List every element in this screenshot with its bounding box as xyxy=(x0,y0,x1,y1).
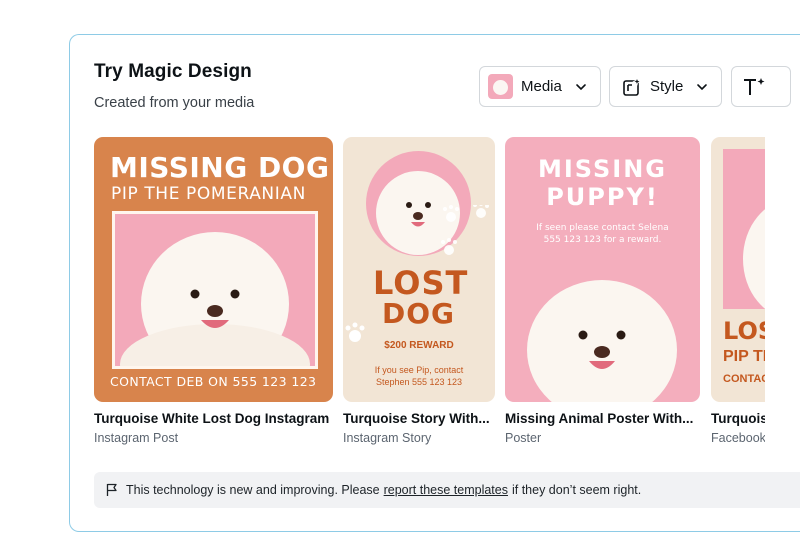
card-title[interactable]: Turquoise White Lost Dog Instagram xyxy=(94,411,329,426)
card-type: Facebook xyxy=(711,431,765,445)
poster-footer: CONTACT DEB ON 555 123 123 xyxy=(110,374,317,389)
poster-footer: CONTACT xyxy=(723,373,765,385)
dog-photo xyxy=(723,149,765,309)
template-card-poster[interactable]: MISSING PUPPY! If seen please contact Se… xyxy=(505,137,700,402)
flag-icon xyxy=(106,483,117,496)
poster-contact-2: 555 123 123 for a reward. xyxy=(543,235,662,245)
poster-contact-1: If you see Pip, contact xyxy=(374,365,464,375)
pomeranian-illustration xyxy=(527,280,677,402)
poster-headline: MISSING DOG xyxy=(110,151,330,184)
card-title[interactable]: Turquois xyxy=(711,411,765,426)
card-title[interactable]: Missing Animal Poster With... xyxy=(505,411,693,426)
poster-headline-1: LOST xyxy=(723,317,765,345)
poster-headline-2: PIP TH xyxy=(723,348,765,365)
paw-prints-icon xyxy=(441,205,489,255)
card-title[interactable]: Turquoise Story With... xyxy=(343,411,490,426)
pomeranian-illustration xyxy=(120,232,310,366)
template-card-facebook[interactable]: LOST PIP TH CONTACT xyxy=(711,137,765,402)
report-templates-link[interactable]: report these templates xyxy=(384,483,508,497)
notice-text-end: if they don’t seem right. xyxy=(511,483,642,497)
poster-reward: $200 REWARD xyxy=(384,340,454,351)
poster-headline-2: DOG xyxy=(382,297,456,330)
template-card-instagram-post[interactable]: MISSING DOG PIP THE POMERANIAN CONTACT D… xyxy=(94,137,333,402)
poster-contact-1: If seen please contact Selena xyxy=(536,223,669,233)
notice-text: This technology is new and improving. Pl… xyxy=(126,483,380,497)
card-type: Instagram Story xyxy=(343,431,432,445)
feedback-notice: This technology is new and improving. Pl… xyxy=(94,472,800,508)
card-type: Instagram Post xyxy=(94,431,179,445)
poster-headline-1: MISSING xyxy=(537,155,668,183)
template-carousel: MISSING DOG PIP THE POMERANIAN CONTACT D… xyxy=(69,34,765,532)
card-type: Poster xyxy=(505,431,542,445)
template-card-instagram-story[interactable]: LOST DOG $200 REWARD If you see Pip, con… xyxy=(343,137,495,402)
poster-subhead: PIP THE POMERANIAN xyxy=(111,184,306,204)
poster-contact-2: Stephen 555 123 123 xyxy=(375,377,463,387)
poster-headline-2: PUPPY! xyxy=(546,183,659,211)
dog-photo xyxy=(112,211,318,369)
